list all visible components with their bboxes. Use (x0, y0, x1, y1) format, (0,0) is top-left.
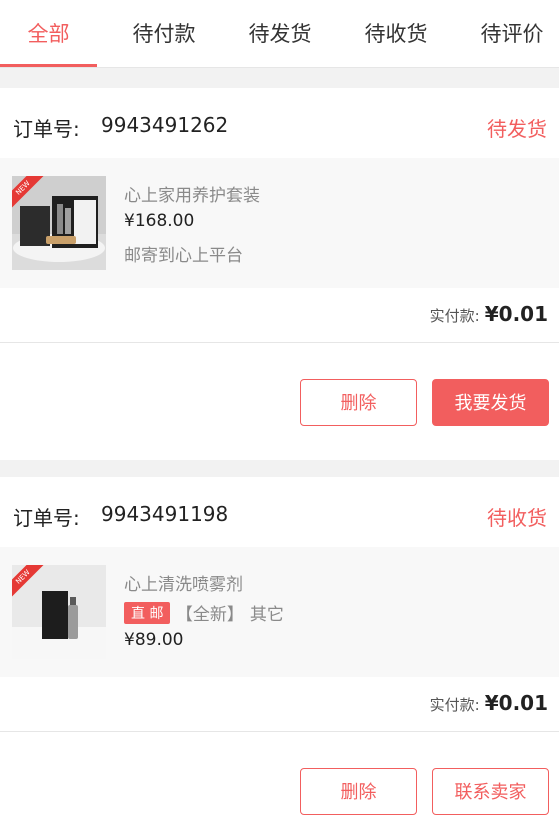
category-label: 其它 (249, 605, 284, 625)
order-number: 9943491198 (101, 502, 229, 526)
product-price: ¥168.00 (124, 211, 195, 231)
order-status-tabs: 全部 待付款 待发货 待收货 待评价 (0, 0, 559, 68)
order-status: 待发货 (487, 117, 547, 141)
product-thumbnail: NEW (12, 176, 106, 270)
ship-button[interactable]: 我要发货 (432, 379, 549, 426)
tab-pending-review[interactable]: 待评价 (454, 0, 559, 67)
payment-summary: 实付款: ¥0.01 (430, 691, 548, 715)
product-item[interactable]: NEW 心上清洗喷雾剂 直 邮 【全新】 其它 ¥89.00 (0, 547, 559, 677)
payment-summary: 实付款: ¥0.01 (430, 302, 548, 326)
order-header: 订单号: 9943491198 待收货 (0, 477, 559, 545)
tab-pending-shipment[interactable]: 待发货 (222, 0, 338, 67)
divider (0, 731, 559, 732)
delivery-note: 邮寄到心上平台 (124, 246, 243, 266)
delete-button[interactable]: 删除 (300, 379, 417, 426)
direct-mail-badge: 直 邮 (124, 602, 171, 624)
product-name: 心上清洗喷雾剂 (124, 575, 243, 595)
order-number-label: 订单号: (13, 506, 80, 530)
order-number-label: 订单号: (13, 117, 80, 141)
tab-all[interactable]: 全部 (0, 0, 97, 67)
order-card: 订单号: 9943491198 待收货 NEW 心上清洗喷雾剂 直 邮 【全新】… (0, 477, 559, 825)
delete-button[interactable]: 删除 (300, 768, 417, 815)
product-price: ¥89.00 (124, 630, 184, 650)
tab-pending-payment[interactable]: 待付款 (106, 0, 222, 67)
order-header: 订单号: 9943491262 待发货 (0, 88, 559, 156)
paid-label: 实付款: (429, 307, 480, 325)
order-number: 9943491262 (101, 113, 229, 137)
divider (0, 342, 559, 343)
contact-seller-button[interactable]: 联系卖家 (432, 768, 549, 815)
paid-amount: ¥0.01 (484, 691, 548, 715)
active-tab-indicator (0, 64, 97, 67)
order-card: 订单号: 9943491262 待发货 NEW 心上家用养护套装 ¥168.00… (0, 88, 559, 460)
product-thumbnail: NEW (12, 565, 106, 659)
paid-amount: ¥0.01 (484, 302, 548, 326)
tab-pending-receipt[interactable]: 待收货 (338, 0, 454, 67)
paid-label: 实付款: (429, 696, 480, 714)
order-status: 待收货 (487, 506, 547, 530)
condition-label: 【全新】 (175, 605, 244, 625)
product-name: 心上家用养护套装 (124, 186, 260, 206)
product-tags: 直 邮 【全新】 其它 (124, 600, 284, 625)
product-item[interactable]: NEW 心上家用养护套装 ¥168.00 邮寄到心上平台 (0, 158, 559, 288)
